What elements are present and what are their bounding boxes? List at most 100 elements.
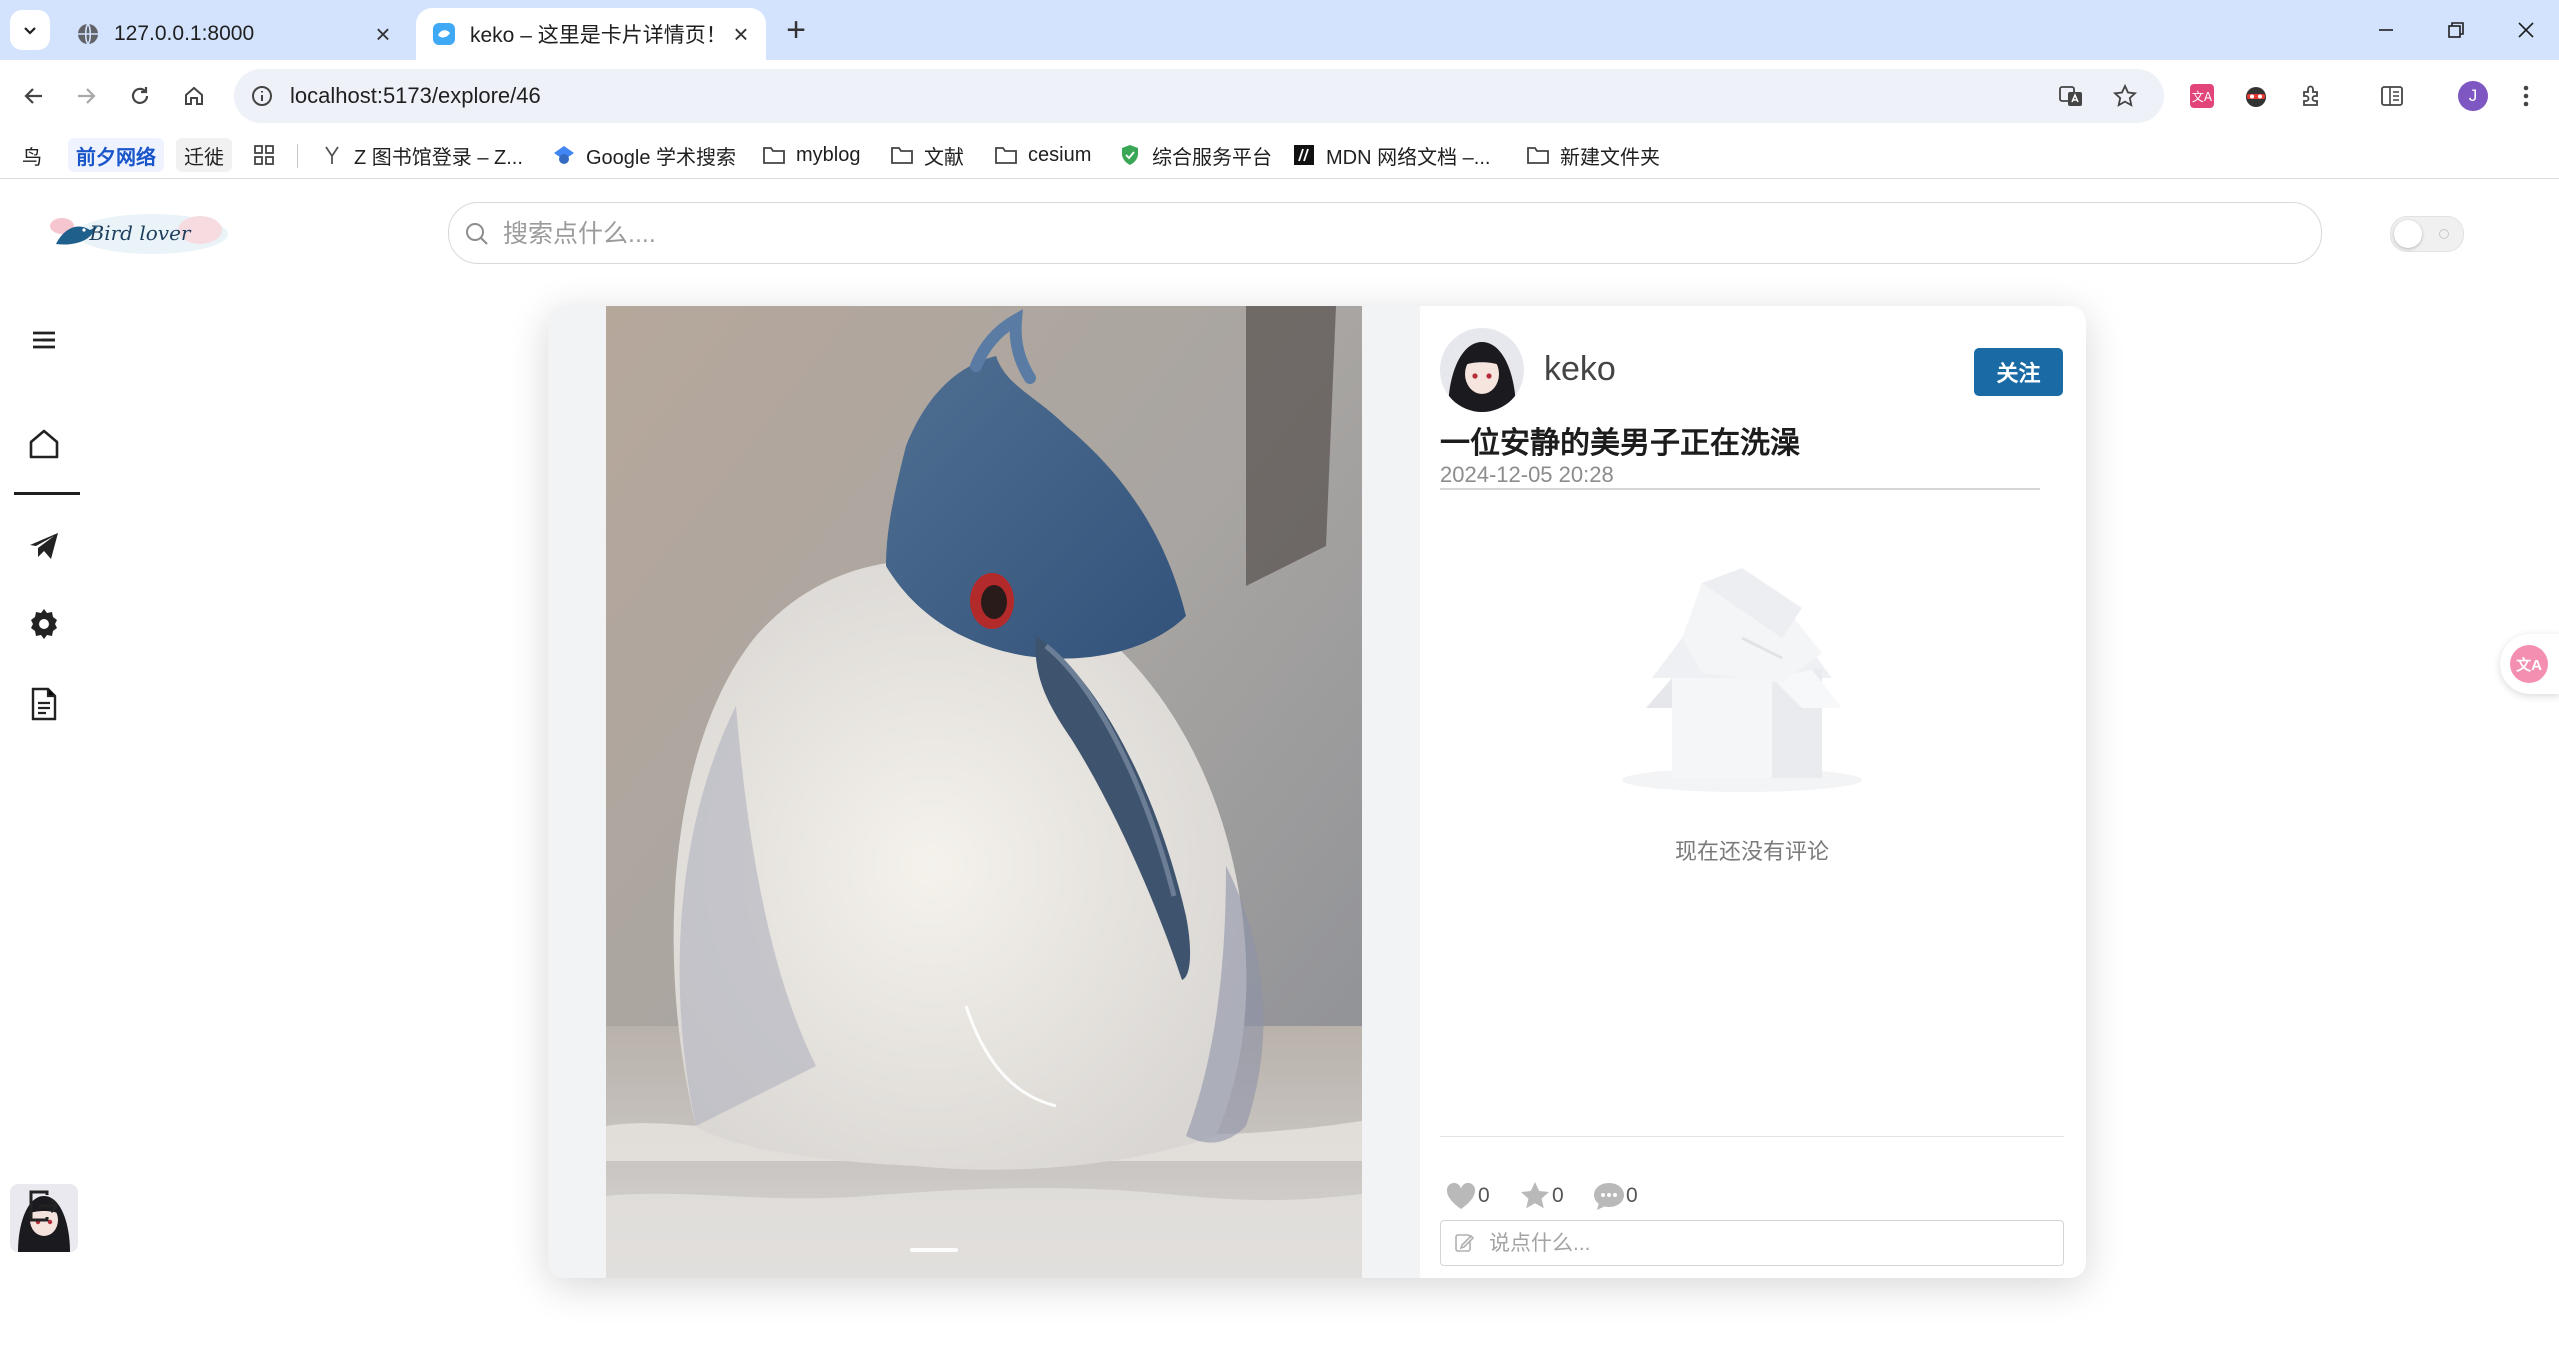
moon-dot-icon bbox=[2439, 229, 2449, 239]
tab-search-button[interactable] bbox=[10, 10, 50, 50]
author-name[interactable]: keko bbox=[1544, 350, 1616, 389]
folder-icon bbox=[762, 143, 786, 167]
search-input[interactable] bbox=[501, 213, 2285, 255]
bookmark-label: MDN 网络文档 –... bbox=[1326, 146, 1491, 169]
like-button[interactable]: 0 bbox=[1444, 1176, 1490, 1216]
bookmark-label: 前夕网络 bbox=[76, 146, 156, 169]
reading-list-icon[interactable] bbox=[2372, 76, 2412, 116]
bookmark-separator bbox=[297, 144, 298, 168]
close-tab-icon[interactable]: × bbox=[368, 19, 398, 49]
bookmark-item[interactable]: 综合服务平台 bbox=[1118, 138, 1272, 172]
favorite-button[interactable]: 0 bbox=[1518, 1176, 1564, 1216]
address-bar[interactable]: localhost:5173/explore/46 bbox=[234, 69, 2164, 123]
bookmark-item[interactable]: 鸟 bbox=[22, 138, 42, 172]
comment-count-button[interactable]: 0 bbox=[1592, 1176, 1638, 1216]
bookmark-label: Google 学术搜索 bbox=[586, 146, 737, 169]
image-carousel bbox=[548, 306, 1420, 1278]
like-count: 0 bbox=[1478, 1184, 1490, 1207]
reload-button[interactable] bbox=[120, 76, 160, 116]
divider bbox=[1440, 488, 2040, 490]
tab-localhost-8000[interactable]: 127.0.0.1:8000 × bbox=[60, 8, 408, 60]
bookmark-item[interactable]: MDN 网络文档 –... bbox=[1292, 138, 1490, 172]
bird-photo[interactable] bbox=[606, 306, 1362, 1278]
nav-documents[interactable] bbox=[18, 678, 70, 730]
comment-input[interactable] bbox=[1487, 1228, 2051, 1260]
site-info-icon[interactable] bbox=[248, 82, 276, 110]
menu-button[interactable] bbox=[18, 314, 70, 366]
carousel-indicator[interactable] bbox=[910, 1248, 958, 1252]
bookmarks-bar: 鸟 前夕网络 迁徙 Z 图书馆登录 – Z... Google 学术搜索 myb… bbox=[0, 132, 2559, 179]
heart-icon bbox=[1444, 1179, 1478, 1213]
bookmark-label: Z 图书馆登录 – Z... bbox=[354, 146, 523, 169]
apps-grid-icon bbox=[252, 143, 276, 167]
mdn-icon bbox=[1292, 143, 1316, 167]
post-date: 2024-12-05 20:28 bbox=[1440, 462, 1614, 487]
minimize-icon bbox=[2379, 29, 2393, 31]
close-tab-icon[interactable]: × bbox=[726, 19, 756, 49]
arrow-left-icon bbox=[24, 88, 42, 104]
svg-text:文A: 文A bbox=[2192, 89, 2213, 104]
active-nav-indicator bbox=[14, 492, 80, 495]
star-icon bbox=[1518, 1179, 1552, 1213]
favorite-count: 0 bbox=[1552, 1184, 1564, 1207]
nav-publish[interactable] bbox=[18, 520, 70, 572]
home-button[interactable] bbox=[174, 76, 214, 116]
shield-icon bbox=[1118, 143, 1142, 167]
divider bbox=[1440, 1136, 2064, 1137]
profile-avatar[interactable]: J bbox=[2458, 81, 2488, 111]
arrow-right-icon bbox=[78, 88, 96, 104]
site-favicon-icon bbox=[430, 20, 458, 48]
translate-page-icon[interactable] bbox=[2056, 81, 2086, 111]
reload-icon bbox=[131, 87, 149, 104]
folder-icon bbox=[890, 143, 914, 167]
browser-toolbar: localhost:5173/explore/46 文A J bbox=[0, 60, 2559, 132]
tab-keko-card[interactable]: keko – 这里是卡片详情页！ × bbox=[416, 8, 766, 60]
bookmark-item[interactable]: Z 图书馆登录 – Z... bbox=[320, 138, 523, 172]
search-bar[interactable] bbox=[448, 202, 2322, 264]
follow-button[interactable]: 关注 bbox=[1974, 348, 2063, 396]
search-icon bbox=[466, 223, 488, 245]
bookmark-label: cesium bbox=[1028, 143, 1092, 166]
nav-logout[interactable] bbox=[18, 1180, 70, 1232]
close-icon bbox=[2518, 22, 2534, 38]
bookmark-item[interactable]: 迁徙 bbox=[176, 138, 232, 172]
bookmark-folder[interactable]: myblog bbox=[762, 138, 860, 172]
close-window-button[interactable] bbox=[2504, 12, 2548, 48]
app-page: Bird lover 搜索点什么.... keko 关注 一位安静的美男子正在洗… bbox=[0, 180, 2559, 1357]
bookmark-star-icon[interactable] bbox=[2110, 81, 2140, 111]
comment-box[interactable] bbox=[1440, 1220, 2064, 1266]
bookmark-folder[interactable]: 文献 bbox=[890, 138, 964, 172]
translate-float-button[interactable]: 文A bbox=[2500, 634, 2559, 694]
toggle-knob bbox=[2394, 220, 2422, 248]
nav-home[interactable] bbox=[18, 418, 70, 470]
restore-button[interactable] bbox=[2434, 12, 2478, 48]
bookmark-item[interactable]: 前夕网络 bbox=[68, 138, 164, 172]
spy-extension-icon[interactable] bbox=[2236, 76, 2276, 116]
bookmark-folder[interactable]: cesium bbox=[994, 138, 1091, 172]
bird-lover-logo[interactable]: Bird lover bbox=[40, 204, 230, 260]
nav-settings[interactable] bbox=[18, 598, 70, 650]
send-icon bbox=[30, 533, 58, 559]
new-tab-button[interactable]: + bbox=[780, 11, 812, 49]
forward-button[interactable] bbox=[66, 76, 106, 116]
bookmark-label: 新建文件夹 bbox=[1560, 146, 1660, 169]
menu-icon bbox=[33, 331, 55, 349]
more-menu-icon[interactable] bbox=[2506, 76, 2546, 116]
extensions-puzzle-icon[interactable] bbox=[2292, 76, 2332, 116]
bookmark-folder[interactable]: 新建文件夹 bbox=[1526, 138, 1660, 172]
url-text[interactable]: localhost:5173/explore/46 bbox=[290, 83, 541, 109]
theme-toggle[interactable] bbox=[2390, 216, 2464, 252]
tab-title: keko – 这里是卡片详情页！ bbox=[470, 24, 726, 47]
author-avatar[interactable] bbox=[1440, 328, 1524, 412]
chevron-down-icon bbox=[24, 27, 36, 35]
minimize-button[interactable] bbox=[2364, 12, 2408, 48]
translate-icon: 文A bbox=[2510, 645, 2548, 683]
bookmark-item[interactable]: Google 学术搜索 bbox=[552, 138, 736, 172]
post-detail-card: keko 关注 一位安静的美男子正在洗澡 2024-12-05 20:28 现在… bbox=[548, 306, 2086, 1278]
apps-bookmark[interactable] bbox=[252, 138, 286, 172]
translate-extension-icon[interactable]: 文A bbox=[2182, 76, 2222, 116]
back-button[interactable] bbox=[14, 76, 54, 116]
z-library-icon bbox=[320, 143, 344, 167]
home-icon bbox=[29, 429, 59, 459]
empty-box-icon bbox=[1612, 548, 1872, 798]
